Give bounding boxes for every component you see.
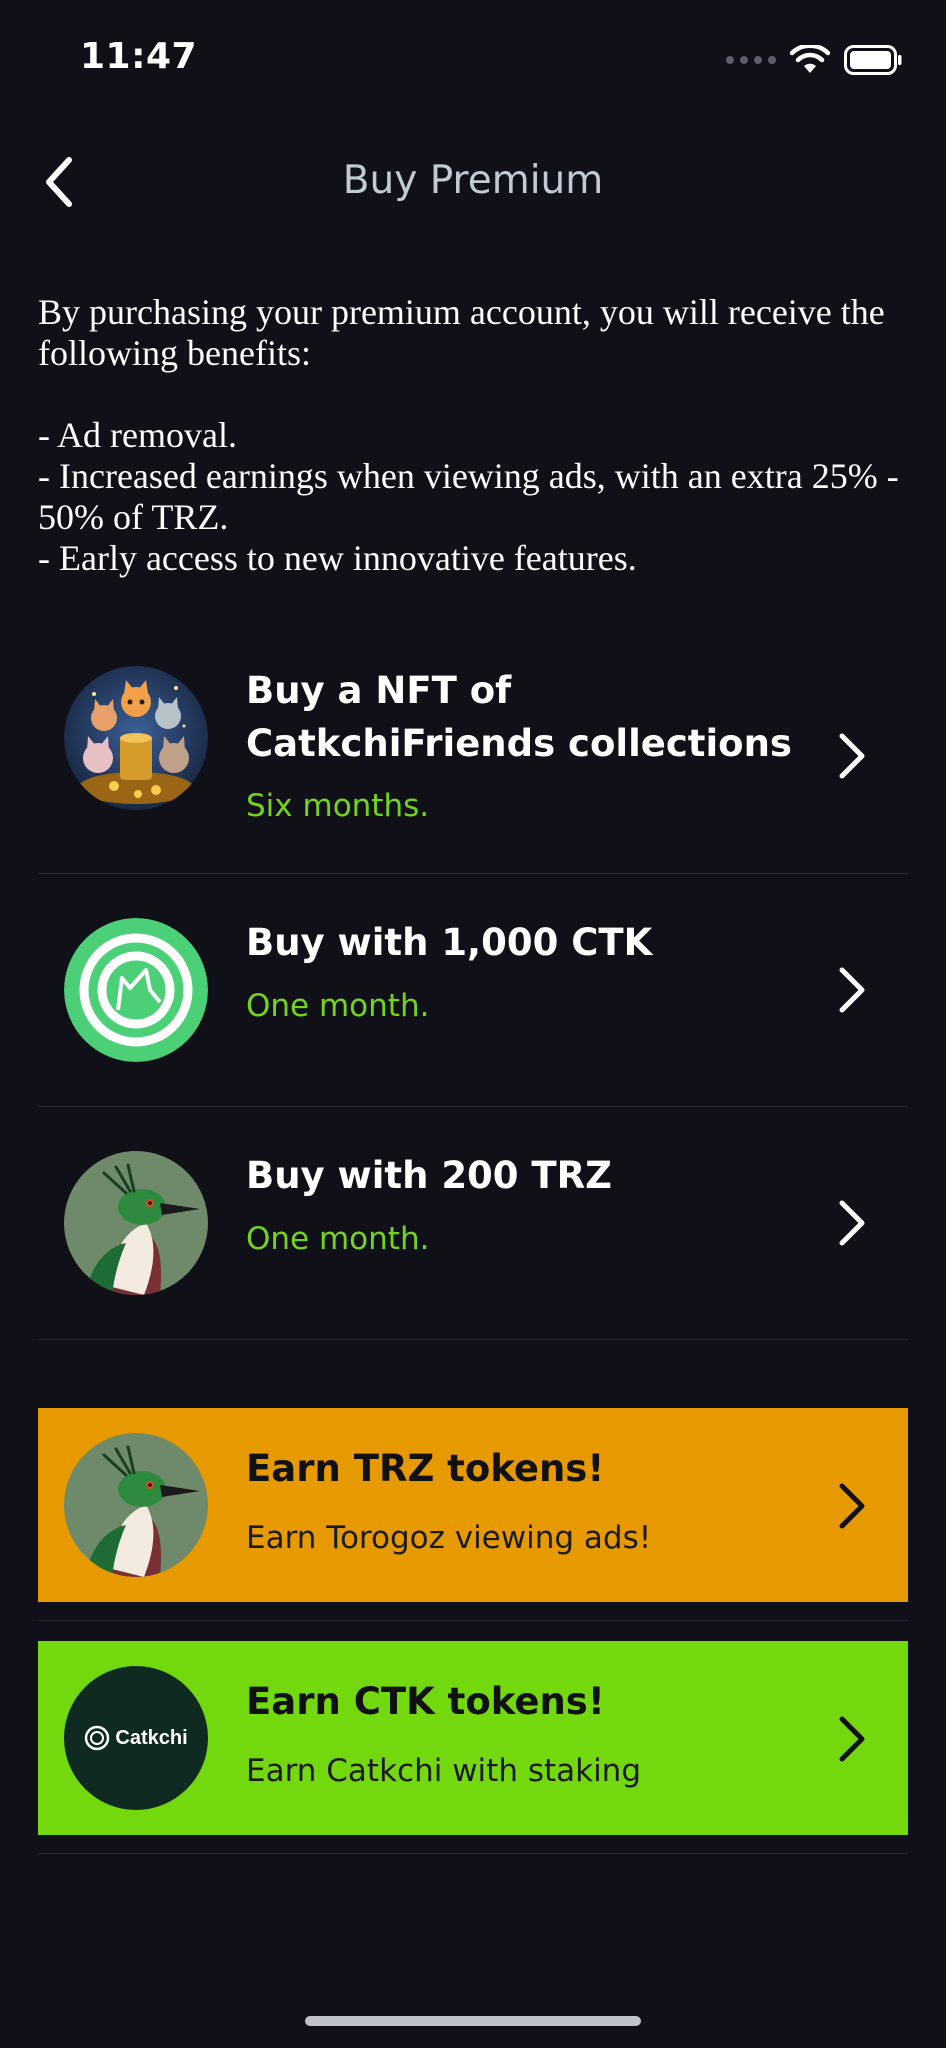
option-title: Buy a NFT of CatkchiFriends collections xyxy=(246,669,792,765)
option-subtitle: One month. xyxy=(246,988,430,1024)
chevron-right-icon xyxy=(839,1716,865,1762)
status-icons xyxy=(726,42,902,78)
page-title: Buy Premium xyxy=(342,158,604,203)
torogoz-bird-icon xyxy=(64,1151,208,1295)
home-indicator xyxy=(305,2016,641,2026)
option-title: Buy with 1,000 CTK xyxy=(246,921,653,964)
earn-ctk-banner[interactable]: Catkchi Earn CTK tokens! Earn Catkchi wi… xyxy=(38,1641,908,1835)
chevron-right-icon xyxy=(839,733,865,779)
status-bar: 11:47 xyxy=(0,0,946,110)
benefits-lead: By purchasing your premium account, you … xyxy=(38,292,885,373)
wifi-icon xyxy=(790,45,830,73)
chevron-right-icon xyxy=(839,1483,865,1529)
chevron-right-icon xyxy=(839,967,865,1013)
cat-nft-icon xyxy=(64,666,208,810)
divider xyxy=(38,1853,908,1854)
torogoz-bird-icon xyxy=(64,1433,208,1577)
battery-icon xyxy=(844,45,902,75)
benefits-description: By purchasing your premium account, you … xyxy=(38,292,908,579)
promo-subtitle: Earn Torogoz viewing ads! xyxy=(246,1520,652,1556)
promo-title: Earn CTK tokens! xyxy=(246,1680,605,1723)
option-subtitle: Six months. xyxy=(246,788,430,824)
catkchi-logo-text: Catkchi xyxy=(115,1726,188,1749)
buy-nft-option[interactable]: Buy a NFT of CatkchiFriends collections … xyxy=(38,640,908,874)
benefit-item: - Early access to new innovative feature… xyxy=(38,538,637,578)
ctk-token-icon xyxy=(64,918,208,1062)
option-subtitle: One month. xyxy=(246,1221,430,1257)
earn-trz-banner[interactable]: Earn TRZ tokens! Earn Torogoz viewing ad… xyxy=(38,1408,908,1602)
chevron-right-icon xyxy=(839,1200,865,1246)
nav-bar: Buy Premium xyxy=(0,140,946,220)
catkchi-mark-icon xyxy=(85,1725,110,1751)
option-title: Buy with 200 TRZ xyxy=(246,1154,612,1197)
buy-with-trz-option[interactable]: Buy with 200 TRZ One month. xyxy=(38,1107,908,1340)
divider xyxy=(38,1620,908,1621)
benefit-item: - Ad removal. xyxy=(38,415,237,455)
buy-with-ctk-option[interactable]: Buy with 1,000 CTK One month. xyxy=(38,874,908,1107)
catkchi-logo-icon: Catkchi xyxy=(64,1666,208,1810)
benefit-item: - Increased earnings when viewing ads, w… xyxy=(38,456,899,537)
promo-subtitle: Earn Catkchi with staking xyxy=(246,1753,642,1789)
promo-title: Earn TRZ tokens! xyxy=(246,1447,605,1490)
status-time: 11:47 xyxy=(80,36,198,77)
cellular-signal-icon xyxy=(726,56,776,64)
